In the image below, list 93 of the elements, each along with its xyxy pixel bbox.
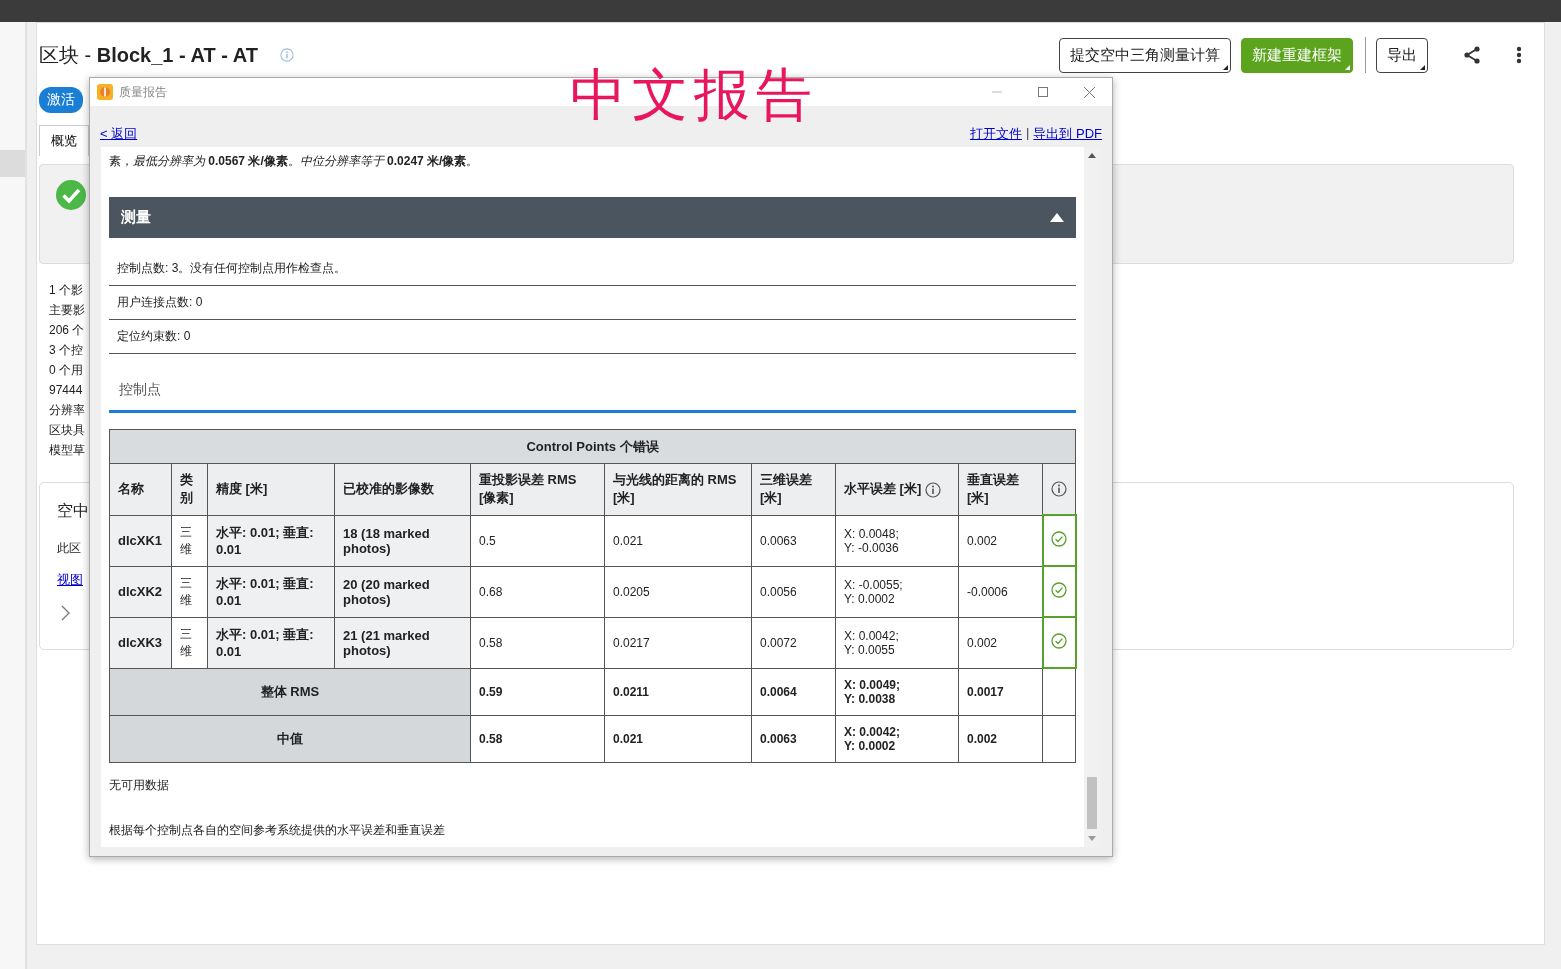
measurement-item: 控制点数: 3。没有任何控制点用作检查点。 (109, 252, 1076, 286)
check-circle-icon (1051, 633, 1068, 649)
collapse-triangle-icon[interactable] (1050, 213, 1064, 222)
table-cell: 0.0017 (958, 668, 1043, 716)
table-cell: 0.0064 (751, 668, 836, 716)
success-check-icon (55, 179, 87, 211)
table-cell: 0.0211 (604, 668, 752, 716)
scroll-up-icon[interactable] (1088, 153, 1096, 158)
table-cell: 0.5 (470, 515, 605, 566)
column-header: 垂直误差 [米] (958, 463, 1043, 515)
table-cell: 21 (21 marked photos) (334, 617, 471, 668)
column-header: 水平误差 [米] (835, 463, 959, 515)
link-separator: | (1026, 125, 1030, 142)
summary-line: 区块具 (49, 422, 85, 439)
check-circle-icon (1051, 531, 1068, 547)
scroll-down-icon[interactable] (1088, 836, 1096, 841)
note-text: 根据每个控制点各自的空间参考系统提供的水平误差和垂直误差 (109, 822, 446, 839)
share-icon[interactable] (1464, 46, 1480, 64)
export-pdf-link[interactable]: 导出到 PDF (1033, 125, 1102, 143)
app-icon (97, 84, 113, 100)
view-link[interactable]: 视图 (57, 571, 83, 589)
table-cell: 0.58 (470, 617, 605, 668)
page-title: 区块 - Block_1 - AT - AT (39, 42, 258, 68)
table-cell: 20 (20 marked photos) (334, 566, 471, 617)
check-circle-icon (1051, 582, 1068, 598)
table-cell: 水平: 0.01; 垂直: 0.01 (207, 566, 335, 617)
summary-line: 1 个影 (49, 282, 83, 299)
note-text: 无可用数据 (109, 777, 170, 794)
table-cell: 三维 (171, 617, 208, 668)
table-cell: dlcXK1 (109, 515, 172, 566)
tab[interactable]: 概览 (39, 125, 89, 156)
table-cell: 0.0205 (604, 566, 752, 617)
column-header: 已校准的影像数 (334, 463, 471, 515)
card-title: 空中 (57, 501, 89, 521)
table-cell: 0.68 (470, 566, 605, 617)
summary-label: 中值 (109, 715, 471, 763)
summary-line: 模型草 (49, 442, 85, 459)
section-header[interactable]: 测量 (109, 197, 1076, 238)
table-cell: 0.0072 (751, 617, 836, 668)
table-cell: X: 0.0049; Y: 0.0038 (835, 668, 959, 716)
table-cell: 水平: 0.01; 垂直: 0.01 (207, 617, 335, 668)
summary-line: 3 个控 (49, 342, 83, 359)
table-cell: 0.0056 (751, 566, 836, 617)
info-icon[interactable] (1051, 481, 1067, 498)
table-cell: 水平: 0.01; 垂直: 0.01 (207, 515, 335, 566)
column-header: 类别 (171, 463, 208, 515)
column-header: 名称 (109, 463, 172, 515)
summary-label: 整体 RMS (109, 668, 471, 716)
summary-line: 主要影 (49, 302, 85, 319)
info-icon[interactable] (924, 481, 941, 498)
table-cell: 0.0063 (751, 515, 836, 566)
table-caption: Control Points 个错误 (109, 429, 1076, 464)
action-button[interactable]: 导出 (1376, 37, 1428, 73)
table-cell: 0.0217 (604, 617, 752, 668)
annotation-text: 中文报告 (570, 64, 818, 126)
measurement-item: 定位约束数: 0 (109, 320, 1076, 354)
scroll-thumb[interactable] (1087, 777, 1097, 829)
table-cell: dlcXK3 (109, 617, 172, 668)
dialog-title: 质量报告 (119, 83, 167, 101)
back-link[interactable]: < 返回 (100, 125, 138, 143)
measurement-item: 用户连接点数: 0 (109, 286, 1076, 320)
table-cell: X: 0.0042; Y: 0.0055 (835, 617, 959, 668)
resolution-text: 素，最低分辨率为 0.0567 米/像素。中位分辨率等于 0.0247 米/像素。 (109, 153, 480, 169)
more-icon[interactable] (1516, 46, 1522, 64)
column-header: 精度 [米] (207, 463, 335, 515)
table-cell: 三维 (171, 566, 208, 617)
maximize-icon[interactable] (1038, 86, 1048, 97)
summary-line: 分辨率 (49, 402, 85, 419)
subsection-title[interactable]: 控制点 (119, 381, 161, 399)
table-cell: 0.002 (958, 715, 1043, 763)
table-cell: 0.021 (604, 715, 752, 763)
table-cell: X: 0.0048; Y: -0.0036 (835, 515, 959, 566)
table-cell: 0.0063 (751, 715, 836, 763)
column-header: 与光线的距离的 RMS [米] (604, 463, 752, 515)
activate-button[interactable]: 激活 (39, 87, 83, 113)
action-button[interactable]: 提交空中三角测量计算 (1059, 37, 1231, 73)
summary-line: 0 个用 (49, 362, 83, 379)
table-cell: X: -0.0055; Y: 0.0002 (835, 566, 959, 617)
table-cell: 0.021 (604, 515, 752, 566)
summary-line: 97444 (49, 382, 83, 399)
card-text: 此区 (57, 540, 81, 557)
table-cell: 0.59 (470, 668, 605, 716)
chevron-right-icon[interactable] (61, 605, 70, 621)
column-header: 三维误差 [米] (751, 463, 836, 515)
table-cell: X: 0.0042; Y: 0.0002 (835, 715, 959, 763)
summary-line: 206 个 (49, 322, 85, 339)
column-header: 重投影误差 RMS [像素] (470, 463, 605, 515)
open-file-link[interactable]: 打开文件 (970, 125, 1022, 143)
close-icon[interactable] (1083, 86, 1095, 98)
table-cell: 0.58 (470, 715, 605, 763)
table-cell: 三维 (171, 515, 208, 566)
table-cell: 18 (18 marked photos) (334, 515, 471, 566)
table-cell: dlcXK2 (109, 566, 172, 617)
